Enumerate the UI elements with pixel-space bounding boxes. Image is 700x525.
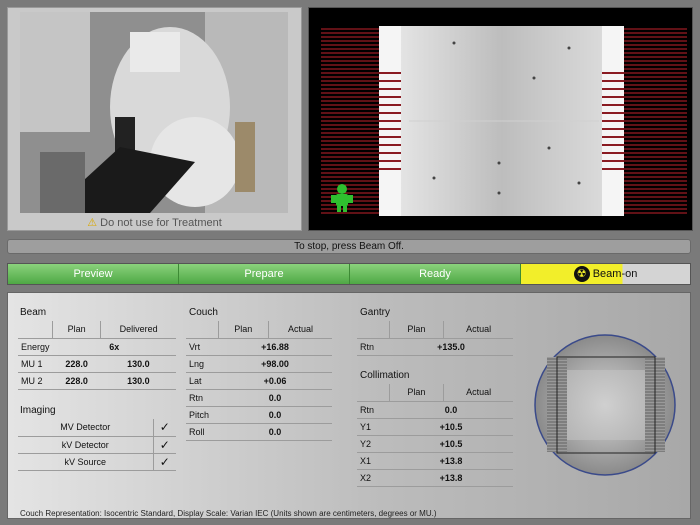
- imaging-item-label: kV Source: [18, 453, 153, 471]
- couch-roll-value: 0.0: [218, 423, 332, 441]
- step-ready[interactable]: Ready: [350, 264, 521, 284]
- portal-image-panel: [308, 7, 693, 231]
- couch-table: Plan Actual Vrt +16.88 Lng +98.00 Lat +0.06…: [186, 321, 332, 441]
- room-camera-image: [20, 12, 288, 213]
- check-icon: ✓: [152, 436, 176, 454]
- row-label: Lat: [186, 372, 218, 390]
- row-label: MU 1: [18, 355, 53, 373]
- mu2-delivered: 130.0: [100, 372, 176, 390]
- status-bar: To stop, press Beam Off.: [7, 239, 691, 254]
- row-label: Rtn: [357, 338, 389, 356]
- imaging-table: MV Detector ✓ kV Detector ✓ kV Source ✓: [18, 419, 176, 471]
- row-label: Rtn: [186, 389, 218, 407]
- row-label: Roll: [186, 423, 218, 441]
- row-label: Vrt: [186, 338, 218, 356]
- step-prepare[interactable]: Prepare: [179, 264, 350, 284]
- coll-y1-value: +10.5: [389, 418, 513, 436]
- step-preview[interactable]: Preview: [8, 264, 179, 284]
- coll-y2-value: +10.5: [389, 435, 513, 453]
- row-label: X1: [357, 452, 389, 470]
- parameters-panel: Beam Plan Delivered Energy 6x MU 1 228.0…: [7, 292, 691, 519]
- mlc-left-leaves: [321, 26, 381, 216]
- beams-eye-view: [534, 334, 676, 476]
- imaging-title: Imaging: [20, 405, 56, 416]
- coll-x1-value: +13.8: [389, 452, 513, 470]
- step-label: Preview: [73, 268, 113, 280]
- imaging-item-label: MV Detector: [18, 419, 153, 437]
- collimation-table: Plan Actual Rtn 0.0 Y1 +10.5 Y2 +10.5 X1 +13…: [357, 384, 513, 487]
- mlc-right-leaves: [622, 26, 687, 216]
- collimation-title: Collimation: [360, 370, 410, 381]
- row-label: Energy: [18, 338, 53, 356]
- check-icon: ✓: [152, 419, 176, 437]
- couch-lng-value: +98.00: [218, 355, 332, 373]
- row-label: Rtn: [357, 401, 389, 419]
- couch-pitch-value: 0.0: [218, 406, 332, 424]
- step-label: Prepare: [244, 268, 284, 280]
- warning-icon: ⚠: [87, 217, 98, 229]
- col-plan: Plan: [217, 321, 269, 339]
- beam-table: Plan Delivered Energy 6x MU 1 228.0 130.…: [18, 321, 176, 390]
- couch-lat-value: +0.06: [218, 372, 332, 390]
- row-label: Lng: [186, 355, 218, 373]
- row-label: X2: [357, 469, 389, 487]
- portal-image: [321, 26, 687, 216]
- row-label: Y2: [357, 435, 389, 453]
- col-plan: Plan: [388, 321, 444, 339]
- couch-vrt-value: +16.88: [218, 338, 332, 356]
- energy-value: 6x: [52, 338, 176, 356]
- step-label: Beam-on: [592, 268, 638, 280]
- step-label: Ready: [419, 268, 451, 280]
- radiation-icon: ☢: [573, 266, 590, 283]
- gantry-table: Plan Actual Rtn +135.0: [357, 321, 513, 356]
- gantry-rtn-value: +135.0: [389, 338, 513, 356]
- row-label: Pitch: [186, 406, 218, 424]
- gantry-title: Gantry: [360, 307, 391, 318]
- mu2-plan: 228.0: [52, 372, 101, 390]
- col-delivered: Delivered: [100, 321, 176, 339]
- imaging-item-label: kV Detector: [18, 436, 153, 454]
- check-icon: ✓: [152, 453, 176, 471]
- col-actual: Actual: [443, 384, 513, 402]
- row-label: Y1: [357, 418, 389, 436]
- col-plan: Plan: [52, 321, 101, 339]
- coll-rtn-value: 0.0: [389, 401, 513, 419]
- mu1-plan: 228.0: [52, 355, 101, 373]
- coll-x2-value: +13.8: [389, 469, 513, 487]
- camera-panel: ⚠ Do not use for Treatment: [7, 7, 302, 231]
- camera-warning-text: Do not use for Treatment: [100, 217, 222, 229]
- col-actual: Actual: [443, 321, 513, 339]
- col-plan: Plan: [388, 384, 444, 402]
- step-beam-on[interactable]: ☢ Beam-on: [521, 264, 690, 284]
- camera-warning: ⚠ Do not use for Treatment: [8, 216, 301, 229]
- row-label: MU 2: [18, 372, 53, 390]
- couch-rtn-value: 0.0: [218, 389, 332, 407]
- couch-title: Couch: [189, 307, 218, 318]
- workflow-bar: Preview Prepare Ready ☢ Beam-on: [7, 263, 691, 285]
- beam-title: Beam: [20, 307, 47, 318]
- col-actual: Actual: [267, 321, 332, 339]
- status-message: To stop, press Beam Off.: [294, 241, 404, 252]
- mu1-delivered: 130.0: [100, 355, 176, 373]
- footnote: Couch Representation: Isocentric Standar…: [20, 509, 437, 518]
